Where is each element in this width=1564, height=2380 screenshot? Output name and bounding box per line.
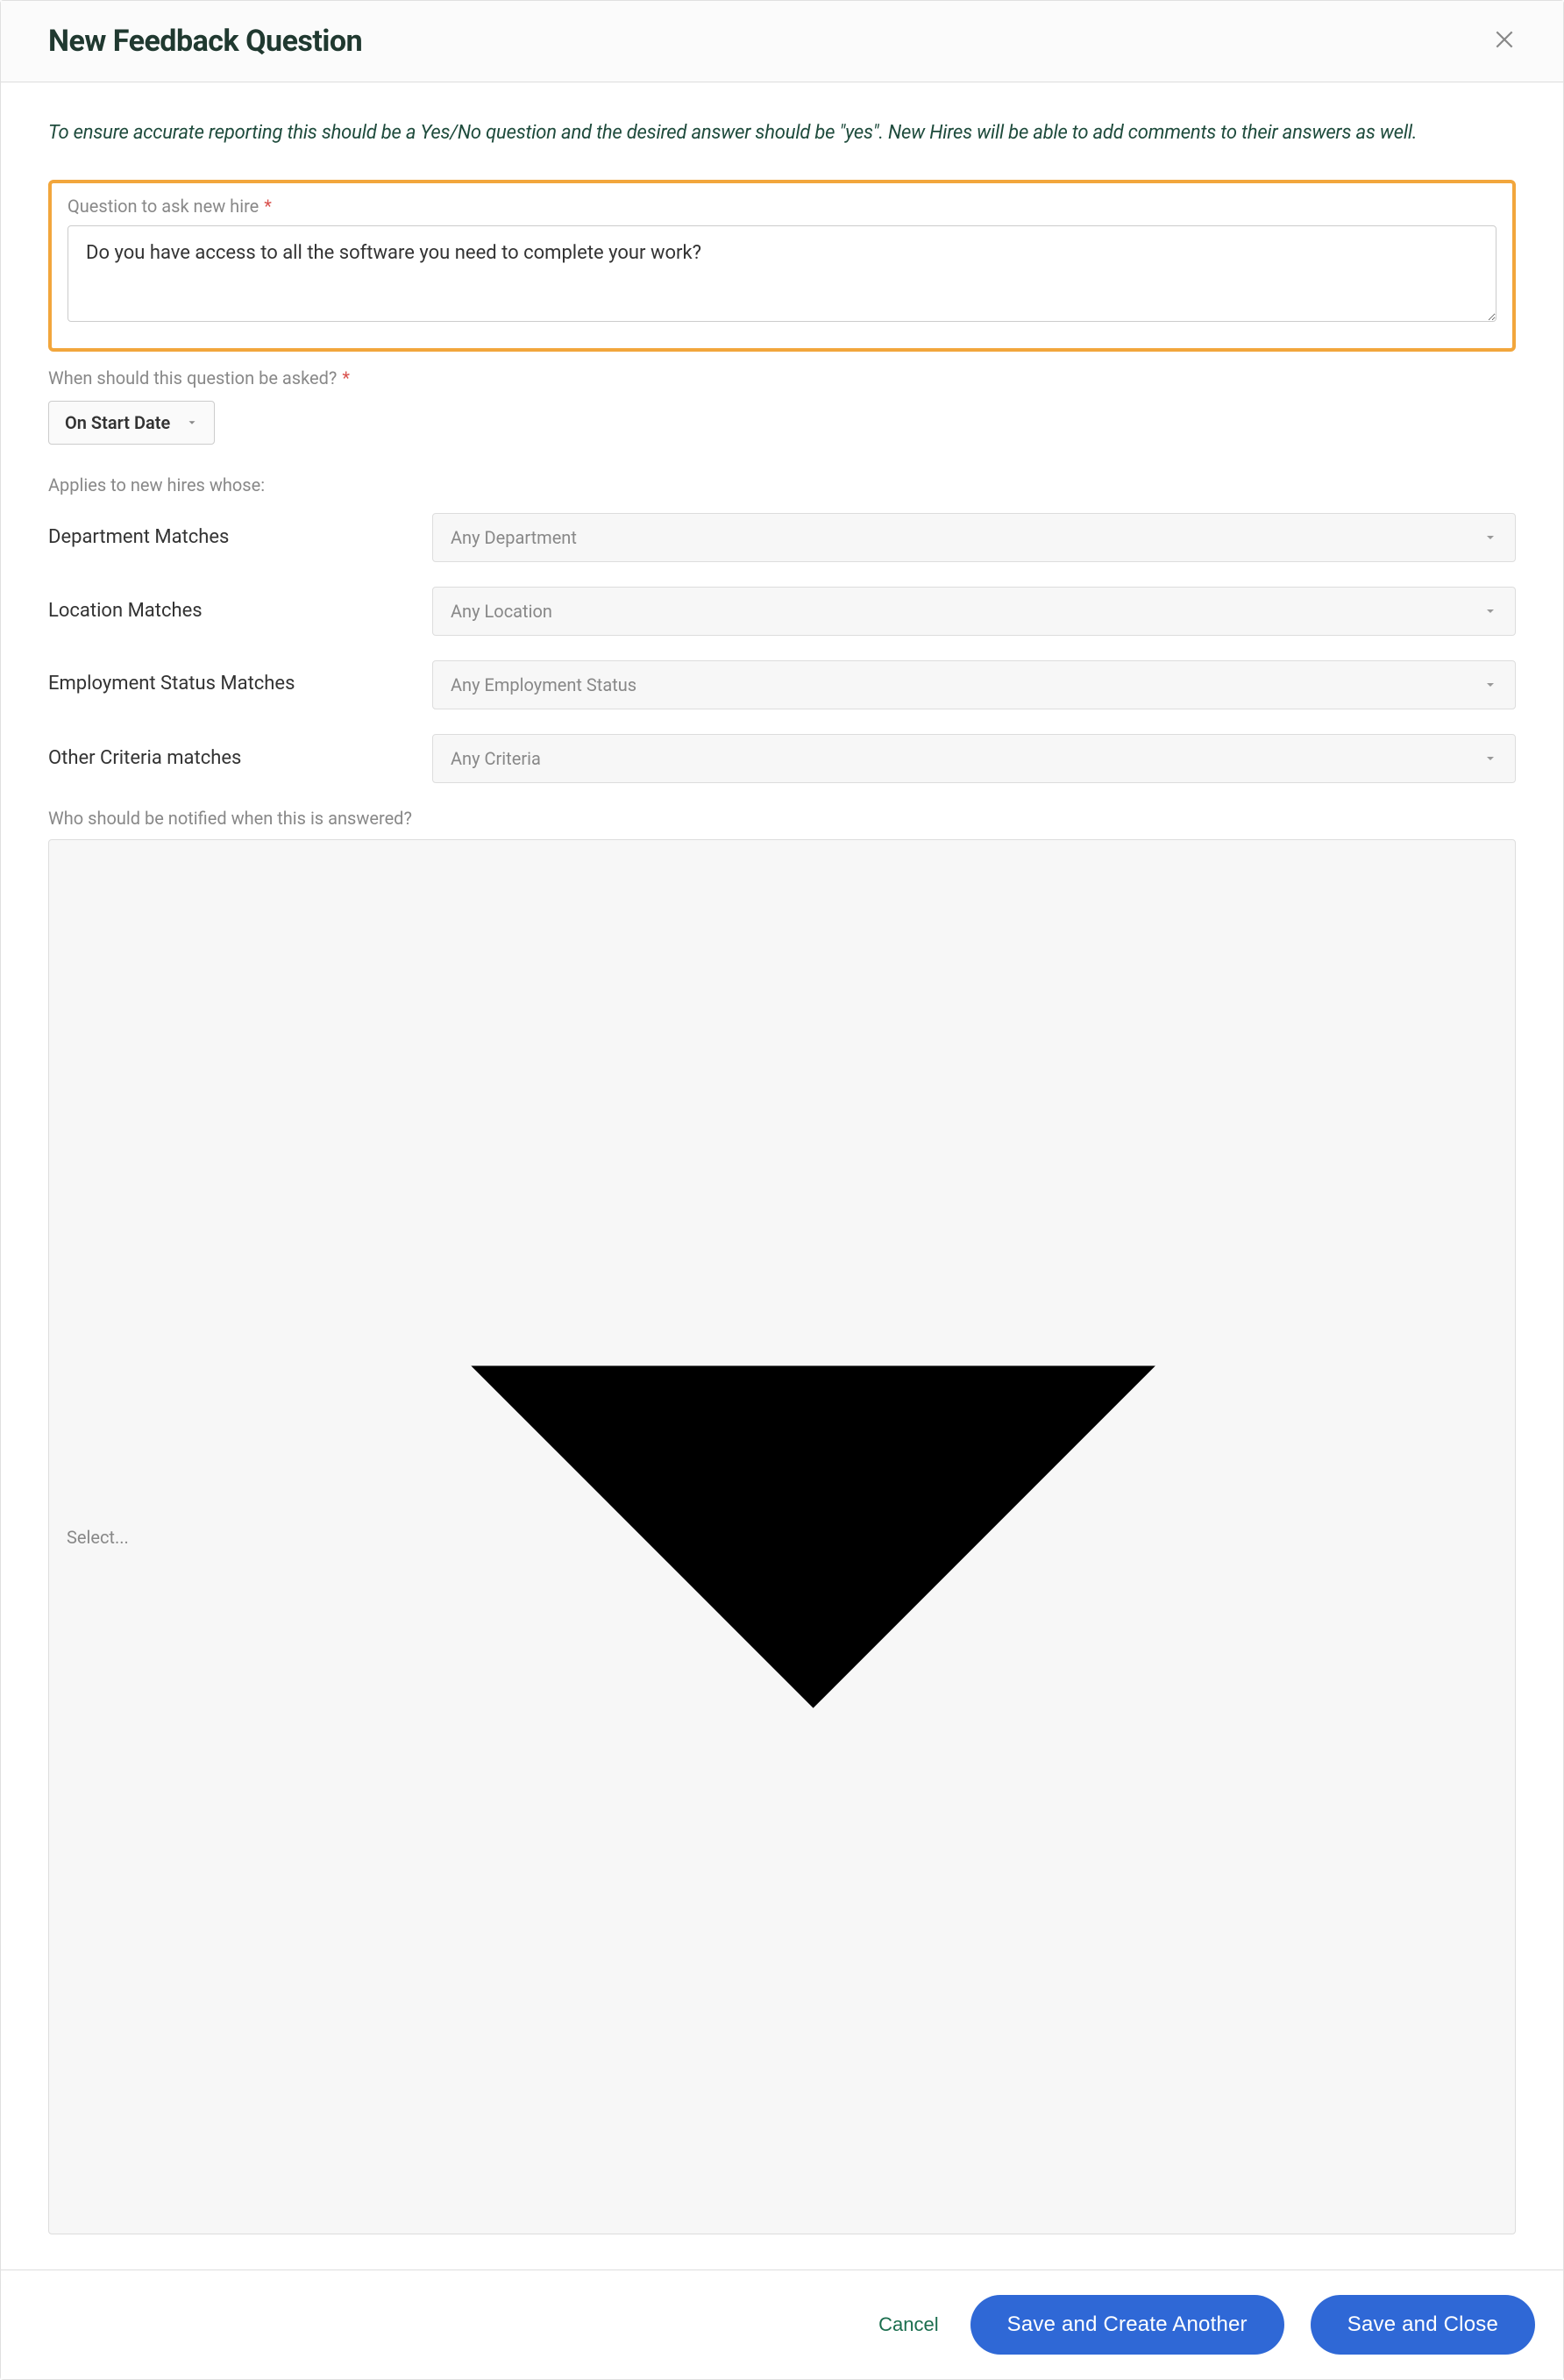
- employment-placeholder: Any Employment Status: [451, 674, 636, 695]
- department-placeholder: Any Department: [451, 527, 577, 548]
- notify-label: Who should be notified when this is answ…: [48, 808, 1516, 829]
- close-button[interactable]: [1493, 28, 1516, 54]
- modal-footer: Cancel Save and Create Another Save and …: [1, 2270, 1563, 2379]
- when-dropdown-value: On Start Date: [65, 412, 170, 433]
- chevron-down-icon: [1483, 604, 1497, 618]
- filter-row-employment: Employment Status Matches Any Employment…: [48, 660, 1516, 709]
- modal-title: New Feedback Question: [48, 24, 362, 59]
- question-highlight-box: Question to ask new hire *: [48, 180, 1516, 352]
- notify-placeholder: Select...: [67, 1527, 129, 1548]
- filter-row-department: Department Matches Any Department: [48, 513, 1516, 562]
- other-label: Other Criteria matches: [48, 745, 432, 773]
- department-select[interactable]: Any Department: [432, 513, 1516, 562]
- chevron-down-icon: [1483, 531, 1497, 545]
- department-label: Department Matches: [48, 524, 432, 552]
- location-select[interactable]: Any Location: [432, 587, 1516, 636]
- chevron-down-icon: [129, 852, 1497, 2221]
- employment-label: Employment Status Matches: [48, 660, 432, 698]
- notify-select[interactable]: Select...: [48, 839, 1516, 2234]
- question-textarea[interactable]: [68, 225, 1496, 322]
- location-placeholder: Any Location: [451, 601, 552, 622]
- save-and-close-button[interactable]: Save and Close: [1311, 2295, 1535, 2355]
- question-label-text: Question to ask new hire: [68, 196, 259, 217]
- question-label: Question to ask new hire *: [68, 196, 1496, 217]
- location-label: Location Matches: [48, 598, 432, 625]
- when-dropdown[interactable]: On Start Date: [48, 401, 215, 445]
- modal-header: New Feedback Question: [1, 1, 1563, 82]
- instructions-text: To ensure accurate reporting this should…: [48, 118, 1516, 148]
- modal-body: To ensure accurate reporting this should…: [1, 82, 1563, 2270]
- filter-row-other: Other Criteria matches Any Criteria: [48, 734, 1516, 783]
- applies-to-label: Applies to new hires whose:: [48, 474, 1516, 495]
- when-label: When should this question be asked? *: [48, 367, 1516, 388]
- other-placeholder: Any Criteria: [451, 748, 541, 769]
- chevron-down-icon: [1483, 752, 1497, 766]
- chevron-down-icon: [1483, 678, 1497, 692]
- required-asterisk: *: [264, 196, 272, 217]
- filter-row-location: Location Matches Any Location: [48, 587, 1516, 636]
- new-feedback-modal: New Feedback Question To ensure accurate…: [0, 0, 1564, 2380]
- employment-select[interactable]: Any Employment Status: [432, 660, 1516, 709]
- chevron-down-icon: [186, 417, 198, 429]
- save-and-create-another-button[interactable]: Save and Create Another: [970, 2295, 1284, 2355]
- cancel-button[interactable]: Cancel: [873, 2305, 943, 2345]
- required-asterisk: *: [342, 367, 350, 388]
- when-label-text: When should this question be asked?: [48, 367, 337, 388]
- other-select[interactable]: Any Criteria: [432, 734, 1516, 783]
- close-icon: [1493, 28, 1516, 51]
